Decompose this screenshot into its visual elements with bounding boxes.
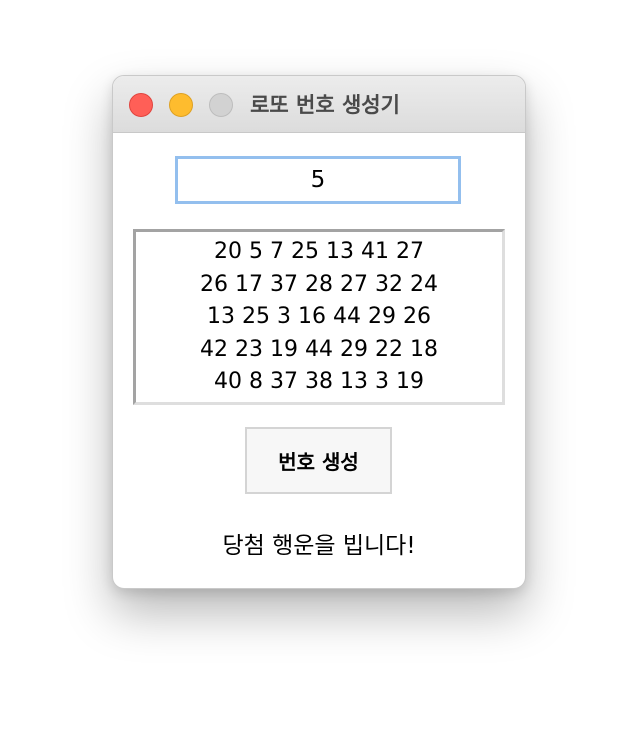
numbers-line-2: 26 17 37 28 27 32 24: [200, 271, 438, 297]
title-bar[interactable]: 로또 번호 생성기: [113, 76, 525, 133]
status-message: 당첨 행운을 빕니다!: [222, 533, 416, 559]
numbers-line-5: 40 8 37 38 13 3 19: [214, 369, 424, 394]
numbers-line-4: 42 23 19 44 29 22 18: [200, 336, 438, 362]
generate-numbers-button[interactable]: 번호 생성: [245, 427, 392, 494]
app-window: 로또 번호 생성기 20 5 7 25 13 41 27 26 17 37 28…: [112, 75, 526, 589]
numbers-line-1: 20 5 7 25 13 41 27: [214, 239, 424, 264]
window-title: 로또 번호 생성기: [250, 93, 400, 117]
numbers-line-3: 13 25 3 16 44 29 26: [207, 304, 431, 329]
lotto-numbers-box[interactable]: 20 5 7 25 13 41 27 26 17 37 28 27 32 24 …: [133, 229, 505, 405]
ticket-count-input[interactable]: [175, 156, 461, 204]
